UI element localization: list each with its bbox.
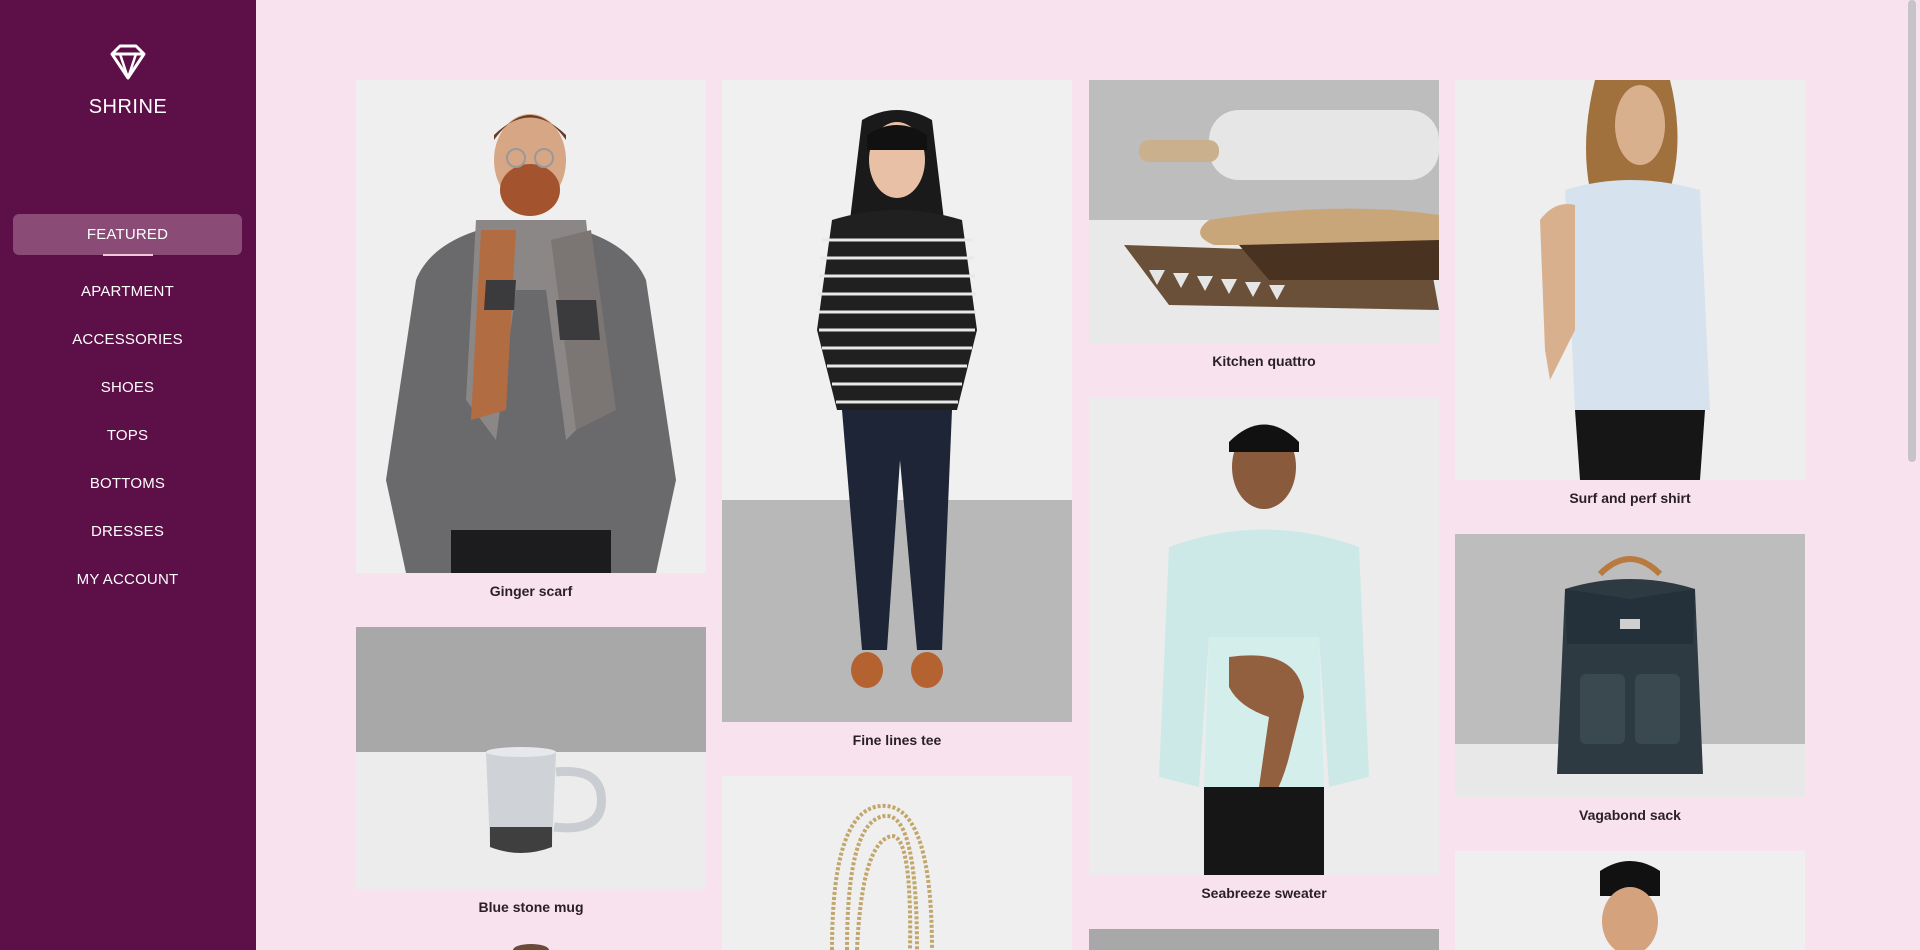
product-name: Kitchen quattro — [1212, 353, 1316, 369]
product-name: Surf and perf shirt — [1569, 490, 1691, 506]
nav-item-label: BOTTOMS — [89, 475, 166, 492]
product-name: Vagabond sack — [1579, 807, 1681, 823]
brand-title: SHRINE — [88, 96, 168, 118]
nav-item-label: SHOES — [100, 379, 155, 396]
sidebar: SHRINE FEATURED APARTMENT ACCESSORIES SH… — [0, 0, 256, 950]
nav-item-label: ACCESSORIES — [72, 331, 183, 348]
product-image[interactable] — [356, 80, 706, 573]
nav-item-featured[interactable]: FEATURED — [13, 214, 242, 255]
active-underline — [103, 254, 153, 256]
nav-item-accessories[interactable]: ACCESSORIES — [13, 319, 242, 360]
product-name: Ginger scarf — [489, 583, 573, 599]
nav-item-my-account[interactable]: MY ACCOUNT — [13, 559, 242, 600]
nav-item-label: APARTMENT — [81, 283, 174, 300]
product-image[interactable] — [1089, 80, 1439, 343]
nav-item-label: FEATURED — [86, 226, 169, 243]
nav-item-shoes[interactable]: SHOES — [13, 367, 242, 408]
product-image[interactable] — [1455, 80, 1805, 480]
product-image[interactable] — [722, 80, 1072, 722]
diamond-logo-icon — [104, 40, 152, 88]
product-name: Blue stone mug — [478, 899, 584, 915]
scrollbar[interactable] — [1906, 0, 1920, 950]
product-name: Fine lines tee — [852, 732, 942, 748]
nav-item-apartment[interactable]: APARTMENT — [13, 271, 242, 312]
product-image[interactable] — [1455, 851, 1805, 950]
product-image[interactable] — [1455, 534, 1805, 797]
nav-item-label: TOPS — [106, 427, 149, 444]
product-image[interactable] — [722, 776, 1072, 950]
product-image[interactable] — [1089, 397, 1439, 875]
product-name: Seabreeze sweater — [1201, 885, 1327, 901]
nav-item-dresses[interactable]: DRESSES — [13, 511, 242, 552]
product-image[interactable] — [1089, 929, 1439, 950]
scrollbar-thumb[interactable] — [1908, 0, 1916, 462]
nav-item-label: DRESSES — [90, 523, 165, 540]
product-image[interactable] — [356, 942, 706, 950]
nav-item-bottoms[interactable]: BOTTOMS — [13, 463, 242, 504]
nav-item-label: MY ACCOUNT — [76, 571, 179, 588]
nav-item-tops[interactable]: TOPS — [13, 415, 242, 456]
product-image[interactable] — [356, 627, 706, 889]
